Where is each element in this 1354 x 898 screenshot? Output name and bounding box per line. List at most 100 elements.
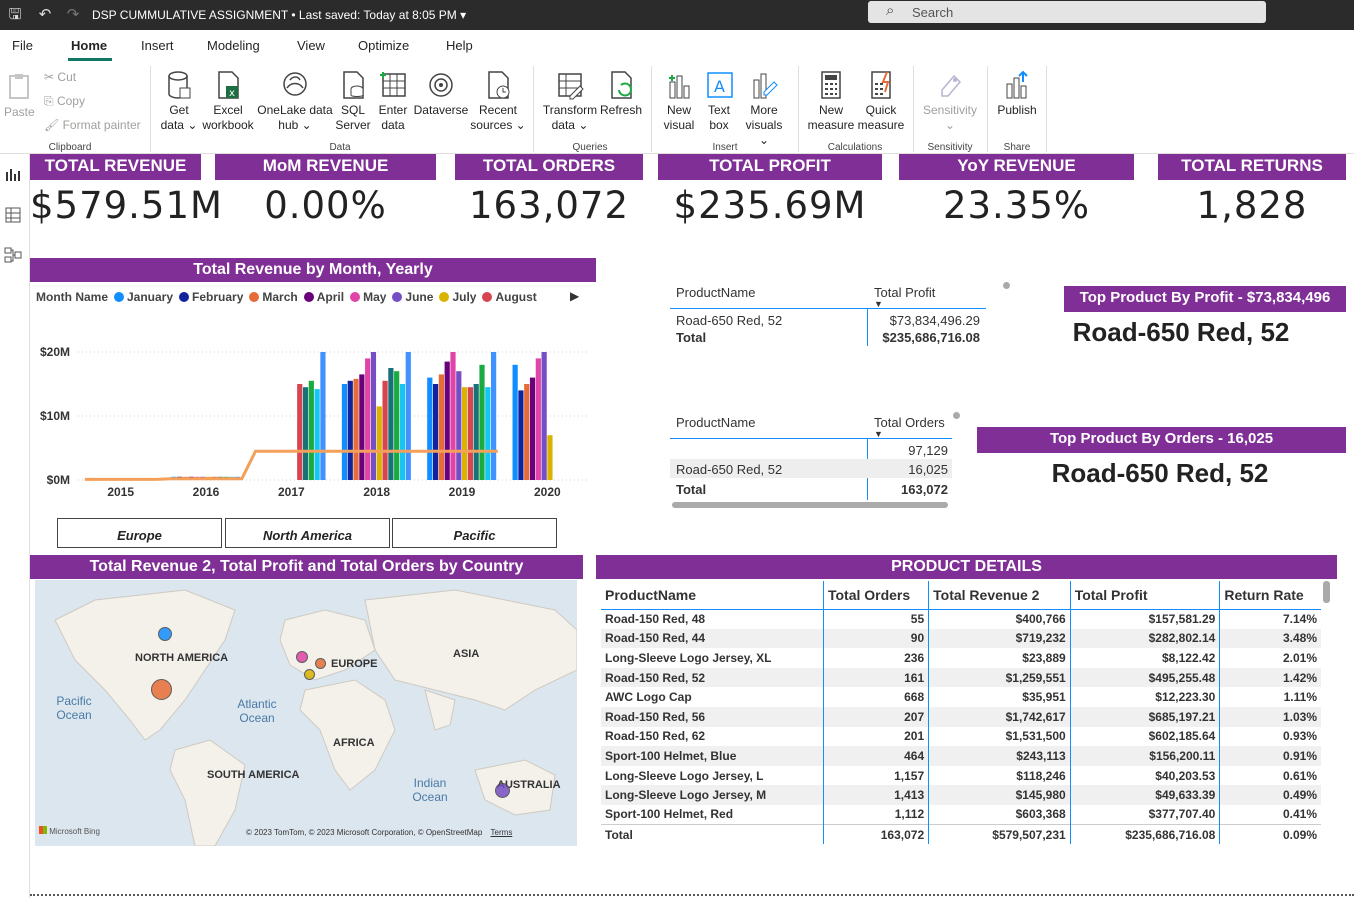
search-input[interactable]: ⌕ Search — [868, 1, 1266, 23]
bar[interactable] — [450, 352, 456, 480]
format-painter-button[interactable]: 🖌 Format painter — [44, 118, 141, 132]
world-map[interactable]: NORTH AMERICA EUROPE ASIA AFRICA SOUTH A… — [35, 580, 577, 846]
document-title[interactable]: DSP CUMMULATIVE ASSIGNMENT • Last saved:… — [92, 8, 466, 22]
map-bubble-canada[interactable] — [158, 627, 172, 641]
terms-link[interactable]: Terms — [491, 828, 513, 837]
bar[interactable] — [297, 384, 303, 480]
table-row[interactable]: Road-150 Red, 52 161 $1,259,551 $495,255.48… — [601, 667, 1321, 688]
bar[interactable] — [399, 384, 406, 480]
menu-insert[interactable]: Insert — [141, 38, 174, 53]
legend-item[interactable]: May — [344, 290, 386, 304]
col-header-total-orders[interactable]: Total Orders — [874, 415, 945, 430]
table-row[interactable]: Sport-100 Helmet, Blue 464 $243,113 $156,20… — [601, 746, 1321, 766]
profit-table[interactable]: ProductName Total Profit ▼ Road-650 Red,… — [670, 280, 986, 350]
table-row[interactable]: Long-Sleeve Logo Jersey, M 1,413 $145,980 $… — [601, 785, 1321, 805]
map-bubble-united-kingdom[interactable] — [296, 651, 308, 663]
new-measure-button[interactable]: New measure — [806, 70, 856, 133]
col-header-productname[interactable]: ProductName — [676, 415, 755, 430]
bar[interactable] — [535, 358, 541, 480]
bar[interactable] — [518, 390, 524, 480]
menu-view[interactable]: View — [297, 38, 325, 53]
bar[interactable] — [394, 371, 400, 480]
slicer-europe[interactable]: Europe — [57, 518, 222, 548]
col-header-productname[interactable]: ProductName — [676, 285, 755, 300]
sql-server-button[interactable]: SQL Server — [334, 70, 372, 133]
bar[interactable] — [382, 380, 388, 480]
bar[interactable] — [438, 374, 444, 480]
bar[interactable] — [433, 384, 439, 480]
copy-button[interactable]: ⎘ Copy — [44, 94, 85, 109]
table-row[interactable]: Road-150 Red, 62 201 $1,531,500 $602,185.64… — [601, 726, 1321, 747]
undo-icon[interactable]: ↶ — [36, 6, 54, 24]
bar[interactable] — [353, 378, 359, 480]
enter-data-button[interactable]: Enter data — [374, 70, 412, 133]
legend-item[interactable]: March — [243, 290, 298, 304]
slicer-north-america[interactable]: North America — [225, 518, 390, 548]
bar[interactable] — [462, 387, 468, 480]
visual-handle-icon[interactable] — [1003, 282, 1010, 289]
vertical-scrollbar[interactable] — [1323, 581, 1330, 603]
bar[interactable] — [302, 387, 309, 480]
paste-button[interactable]: Paste — [4, 72, 35, 120]
legend-item[interactable]: June — [386, 290, 433, 304]
horizontal-scrollbar[interactable] — [672, 502, 948, 508]
excel-workbook-button[interactable]: x Excel workbook — [200, 70, 256, 133]
legend-item[interactable]: January — [108, 290, 173, 304]
legend-item[interactable]: August — [476, 290, 537, 304]
refresh-button[interactable]: Refresh — [600, 70, 642, 118]
cut-button[interactable]: ✂ Cut — [44, 70, 76, 84]
bar[interactable] — [388, 368, 394, 480]
report-view-icon[interactable] — [4, 166, 22, 184]
bar[interactable] — [347, 380, 353, 480]
table-row[interactable]: Sport-100 Helmet, Red 1,112 $603,368 $377,7… — [601, 804, 1321, 825]
bar[interactable] — [365, 358, 371, 480]
redo-icon[interactable]: ↷ — [64, 6, 82, 24]
col-header[interactable]: Total Revenue 2 — [928, 581, 1071, 610]
bar[interactable] — [456, 371, 462, 480]
sensitivity-button[interactable]: Sensitivity ⌄ — [920, 70, 980, 133]
text-box-button[interactable]: A Text box — [700, 70, 738, 133]
bar[interactable] — [320, 352, 326, 480]
dataverse-button[interactable]: Dataverse — [413, 70, 469, 118]
map-bubble-france[interactable] — [304, 669, 315, 680]
recent-sources-button[interactable]: Recent sources ⌄ — [470, 70, 526, 133]
more-visuals-button[interactable]: More visuals ⌄ — [740, 70, 788, 148]
legend-item[interactable]: February — [173, 290, 243, 304]
orders-table[interactable]: ProductName Total Orders ▼ 97,129 Road-6… — [670, 410, 952, 510]
menu-optimize[interactable]: Optimize — [358, 38, 409, 53]
legend-next-arrow-icon[interactable]: ▶ — [570, 289, 579, 303]
bar[interactable] — [541, 352, 547, 480]
table-row[interactable]: Road-150 Red, 44 90 $719,232 $282,802.14 3.4… — [601, 628, 1321, 649]
menu-help[interactable]: Help — [446, 38, 473, 53]
legend-item[interactable]: July — [433, 290, 476, 304]
bar[interactable] — [467, 387, 473, 480]
bar[interactable] — [485, 387, 491, 480]
menu-modeling[interactable]: Modeling — [207, 38, 260, 53]
bar[interactable] — [547, 435, 553, 480]
table-total-row[interactable]: Total 163,072 $579,507,231 $235,686,716.08 0… — [601, 824, 1321, 845]
bar[interactable] — [427, 377, 433, 480]
table-row[interactable]: Long-Sleeve Logo Jersey, L 1,157 $118,246 $… — [601, 765, 1321, 786]
table-row[interactable]: Road-150 Red, 48 55 $400,766 $157,581.29 7.1… — [601, 609, 1321, 629]
bar[interactable] — [473, 384, 479, 480]
map-bubble-germany[interactable] — [315, 658, 326, 669]
get-data-button[interactable]: Get data ⌄ — [158, 70, 200, 133]
transform-data-button[interactable]: Transform data ⌄ — [542, 70, 598, 133]
bar[interactable] — [359, 374, 365, 480]
table-view-icon[interactable] — [4, 206, 22, 224]
table-row[interactable]: Road-150 Red, 56 207 $1,742,617 $685,197.21… — [601, 706, 1321, 727]
bar[interactable] — [308, 380, 314, 480]
bar[interactable] — [524, 384, 530, 480]
menu-home[interactable]: Home — [71, 38, 107, 53]
quick-measure-button[interactable]: Quick measure — [856, 70, 906, 133]
revenue-chart[interactable]: $20M $10M $0M 2015 2016 2017 2018 2019 2020 — [30, 342, 596, 502]
bar[interactable] — [370, 352, 377, 480]
bar[interactable] — [314, 389, 320, 480]
bar[interactable] — [529, 377, 536, 480]
bar[interactable] — [479, 364, 485, 480]
col-header-total-profit[interactable]: Total Profit — [874, 285, 935, 300]
map-bubble-australia[interactable] — [495, 783, 510, 798]
bar[interactable] — [376, 406, 382, 480]
table-row[interactable]: AWC Logo Cap 668 $35,951 $12,223.30 1.11% — [601, 687, 1321, 707]
col-header[interactable]: Total Profit — [1069, 581, 1220, 610]
